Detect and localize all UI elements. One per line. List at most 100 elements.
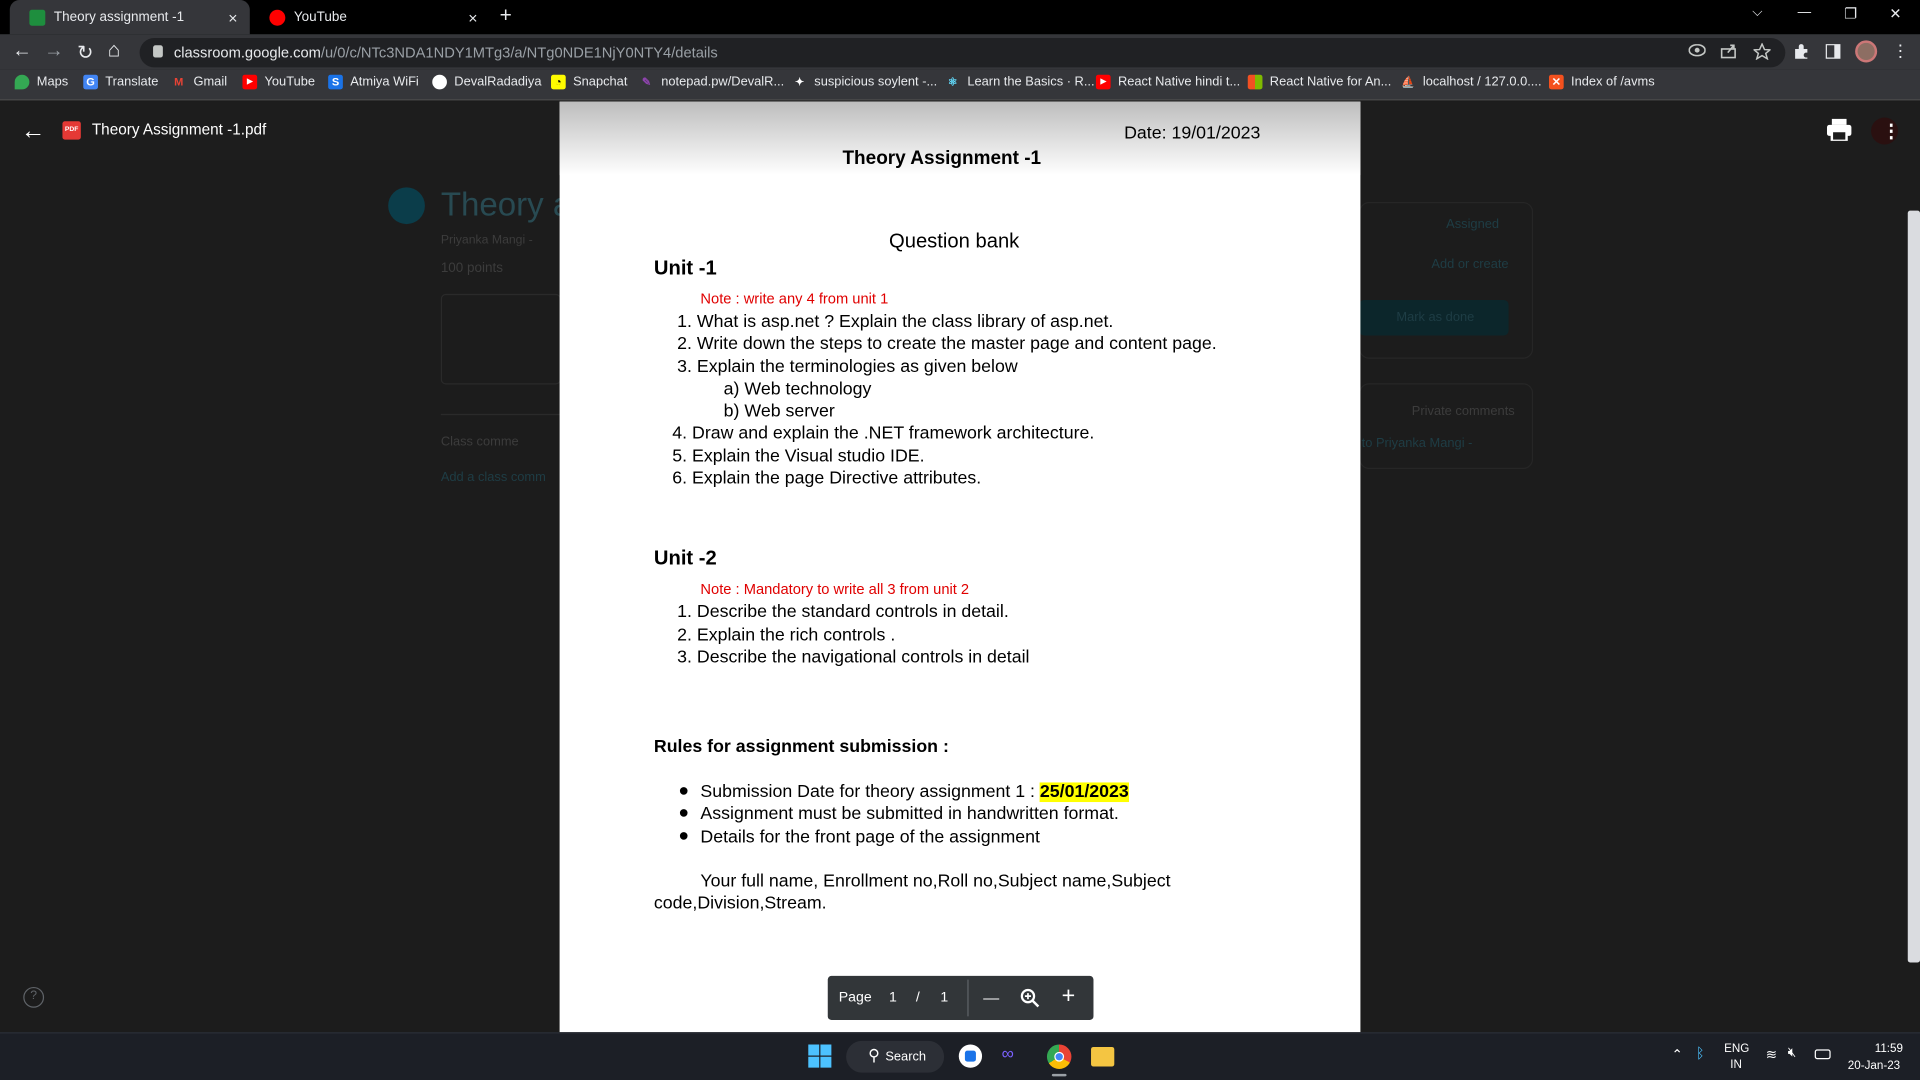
eye-icon[interactable]	[1688, 44, 1706, 57]
bookmark-react-native-hindi[interactable]: ▶ React Native hindi t...	[1095, 74, 1240, 90]
minimize-button[interactable]: —	[1798, 5, 1811, 20]
new-tab-button[interactable]: +	[500, 4, 512, 28]
bookmark-youtube[interactable]: ▶ YouTube	[242, 74, 315, 90]
current-page-input[interactable]: 1	[889, 991, 897, 1006]
file-explorer-icon[interactable]	[1091, 1046, 1115, 1067]
bullet-dot: ●	[678, 826, 690, 847]
bookmark-translate[interactable]: G Translate	[83, 74, 158, 90]
front-page-details-line2: code,Division,Stream.	[653, 893, 827, 914]
reload-icon[interactable]: ↻	[77, 40, 93, 64]
zoom-out-button[interactable]: —	[983, 988, 999, 1006]
close-window-button[interactable]: ✕	[1889, 5, 1901, 22]
total-pages: 1	[940, 990, 949, 1006]
add-class-comment-link: Add a class comm	[440, 470, 546, 485]
bookmark-notepad[interactable]: ✎ notepad.pw/DevalR...	[639, 75, 784, 90]
bookmark-label: localhost / 127.0.0....	[1422, 74, 1542, 90]
language-top[interactable]: ENG	[1724, 1042, 1749, 1055]
private-comments-label: Private comments	[1411, 404, 1515, 419]
bookmark-label: React Native for An...	[1269, 74, 1392, 90]
assignment-icon	[388, 187, 425, 225]
bookmark-snapchat[interactable]: ◔ Snapchat	[551, 74, 627, 90]
tab-search-icon[interactable]: ⌵	[1752, 5, 1762, 21]
share-icon[interactable]	[1720, 43, 1737, 59]
bookmark-localhost[interactable]: ⛵ localhost / 127.0.0....	[1401, 74, 1542, 90]
app-icon-circle[interactable]	[958, 1044, 983, 1068]
tab-classroom[interactable]: Theory assignment -1 ×	[9, 0, 250, 35]
unit2-question: 3. Describe the navigational controls in…	[677, 647, 1030, 668]
zoom-reset-icon[interactable]	[1020, 988, 1040, 1008]
url-host: classroom.google.com	[173, 44, 321, 62]
bookmark-index-avms[interactable]: ✕ Index of /avms	[1548, 74, 1655, 90]
attachment-thumbnail	[440, 293, 561, 385]
translate-icon: G	[83, 74, 98, 90]
chrome-icon[interactable]	[1046, 1044, 1072, 1069]
volume-muted-icon[interactable]: 🔇︎	[1788, 1046, 1796, 1062]
clock-time[interactable]: 11:59	[1875, 1042, 1903, 1055]
rule-submission-date: Submission Date for theory assignment 1 …	[700, 782, 1129, 803]
bookmark-atmiya-wifi[interactable]: S Atmiya WiFi	[328, 74, 419, 90]
print-icon[interactable]	[1826, 118, 1852, 141]
tab-youtube[interactable]: YouTube ×	[250, 0, 490, 34]
wifi-icon[interactable]: ≋	[1766, 1047, 1777, 1063]
bookmark-soylent[interactable]: ✦ suspicious soylent -...	[792, 75, 937, 90]
bookmark-react-basics[interactable]: ⚛ Learn the Basics · R...	[945, 75, 1095, 90]
profile-avatar[interactable]	[1855, 40, 1878, 63]
side-panel-icon[interactable]	[1825, 44, 1841, 59]
language-bottom[interactable]: IN	[1730, 1058, 1742, 1071]
bookmark-gmail[interactable]: M Gmail	[171, 75, 227, 90]
background-author: Priyanka Mangi -	[440, 233, 533, 248]
due-date-highlight: 25/01/2023	[1039, 782, 1129, 803]
home-icon[interactable]: ⌂	[108, 38, 121, 62]
page-scrollbar[interactable]	[1907, 210, 1920, 963]
close-tab-icon[interactable]: ×	[228, 9, 237, 27]
more-options-button[interactable]: ⋮	[1871, 117, 1900, 145]
bookmark-star-icon[interactable]	[1753, 42, 1771, 61]
page-label: Page	[838, 990, 872, 1006]
lock-icon[interactable]	[153, 45, 163, 58]
page-separator: /	[915, 990, 920, 1006]
doc-title: Theory Assignment -1	[842, 148, 1042, 169]
chrome-center	[1054, 1051, 1065, 1062]
bluetooth-icon[interactable]: ᛒ	[1696, 1044, 1705, 1061]
help-icon[interactable]: ?	[23, 986, 45, 1008]
extensions-icon[interactable]	[1793, 43, 1810, 60]
maps-icon	[14, 74, 30, 90]
bookmark-label: Maps	[36, 74, 69, 90]
add-private-comment-link: to Priyanka Mangi -	[1361, 435, 1473, 451]
unit2-question: 1. Describe the standard controls in det…	[677, 602, 1009, 623]
infinity-app-icon[interactable]: ∞	[1002, 1043, 1014, 1063]
bookmark-github[interactable]: DevalRadadiya	[432, 74, 541, 90]
unit1-subitem: b) Web server	[723, 401, 835, 422]
pdf-filename: Theory Assignment -1.pdf	[91, 121, 267, 139]
rules-heading: Rules for assignment submission :	[653, 737, 949, 757]
unit1-question: 4. Draw and explain the .NET framework a…	[672, 423, 1095, 444]
close-viewer-back-icon[interactable]: ←	[21, 118, 45, 146]
bookmark-label: Index of /avms	[1571, 74, 1655, 90]
bookmark-react-native-android[interactable]: React Native for An...	[1247, 74, 1392, 90]
unit2-question: 2. Explain the rich controls .	[677, 625, 896, 646]
forward-icon[interactable]: →	[44, 40, 64, 62]
xampp-icon: ✕	[1548, 74, 1564, 90]
unit1-question: 5. Explain the Visual studio IDE.	[672, 446, 925, 467]
restore-button[interactable]: ❐	[1844, 5, 1857, 22]
bookmark-maps[interactable]: Maps	[14, 74, 69, 90]
clock-date[interactable]: 20-Jan-23	[1848, 1059, 1900, 1072]
zoom-in-button[interactable]: +	[1062, 983, 1076, 1010]
youtube-icon: ▶	[1095, 74, 1111, 90]
tab-title: Theory assignment -1	[53, 9, 185, 25]
start-windows-icon[interactable]	[808, 1044, 832, 1068]
taskbar-search-box[interactable]: ⚲ Search	[846, 1040, 945, 1073]
tray-chevron-icon[interactable]: ⌃	[1671, 1047, 1682, 1063]
unit1-question: 1. What is asp.net ? Explain the class l…	[677, 312, 1114, 332]
github-icon	[432, 74, 447, 90]
close-tab-icon[interactable]: ×	[468, 9, 477, 27]
menu-dots-icon[interactable]: ⋮	[1892, 40, 1909, 61]
unit1-heading: Unit -1	[653, 257, 717, 280]
class-comments-label: Class comme	[440, 434, 519, 450]
url-text[interactable]: classroom.google.com/u/0/c/NTc3NDA1NDY1M…	[174, 44, 718, 61]
tab-title: YouTube	[293, 9, 347, 25]
sparkle-icon: ✦	[794, 75, 805, 89]
back-icon[interactable]: ←	[12, 40, 32, 62]
battery-icon[interactable]	[1814, 1049, 1831, 1060]
youtube-icon	[269, 9, 286, 26]
